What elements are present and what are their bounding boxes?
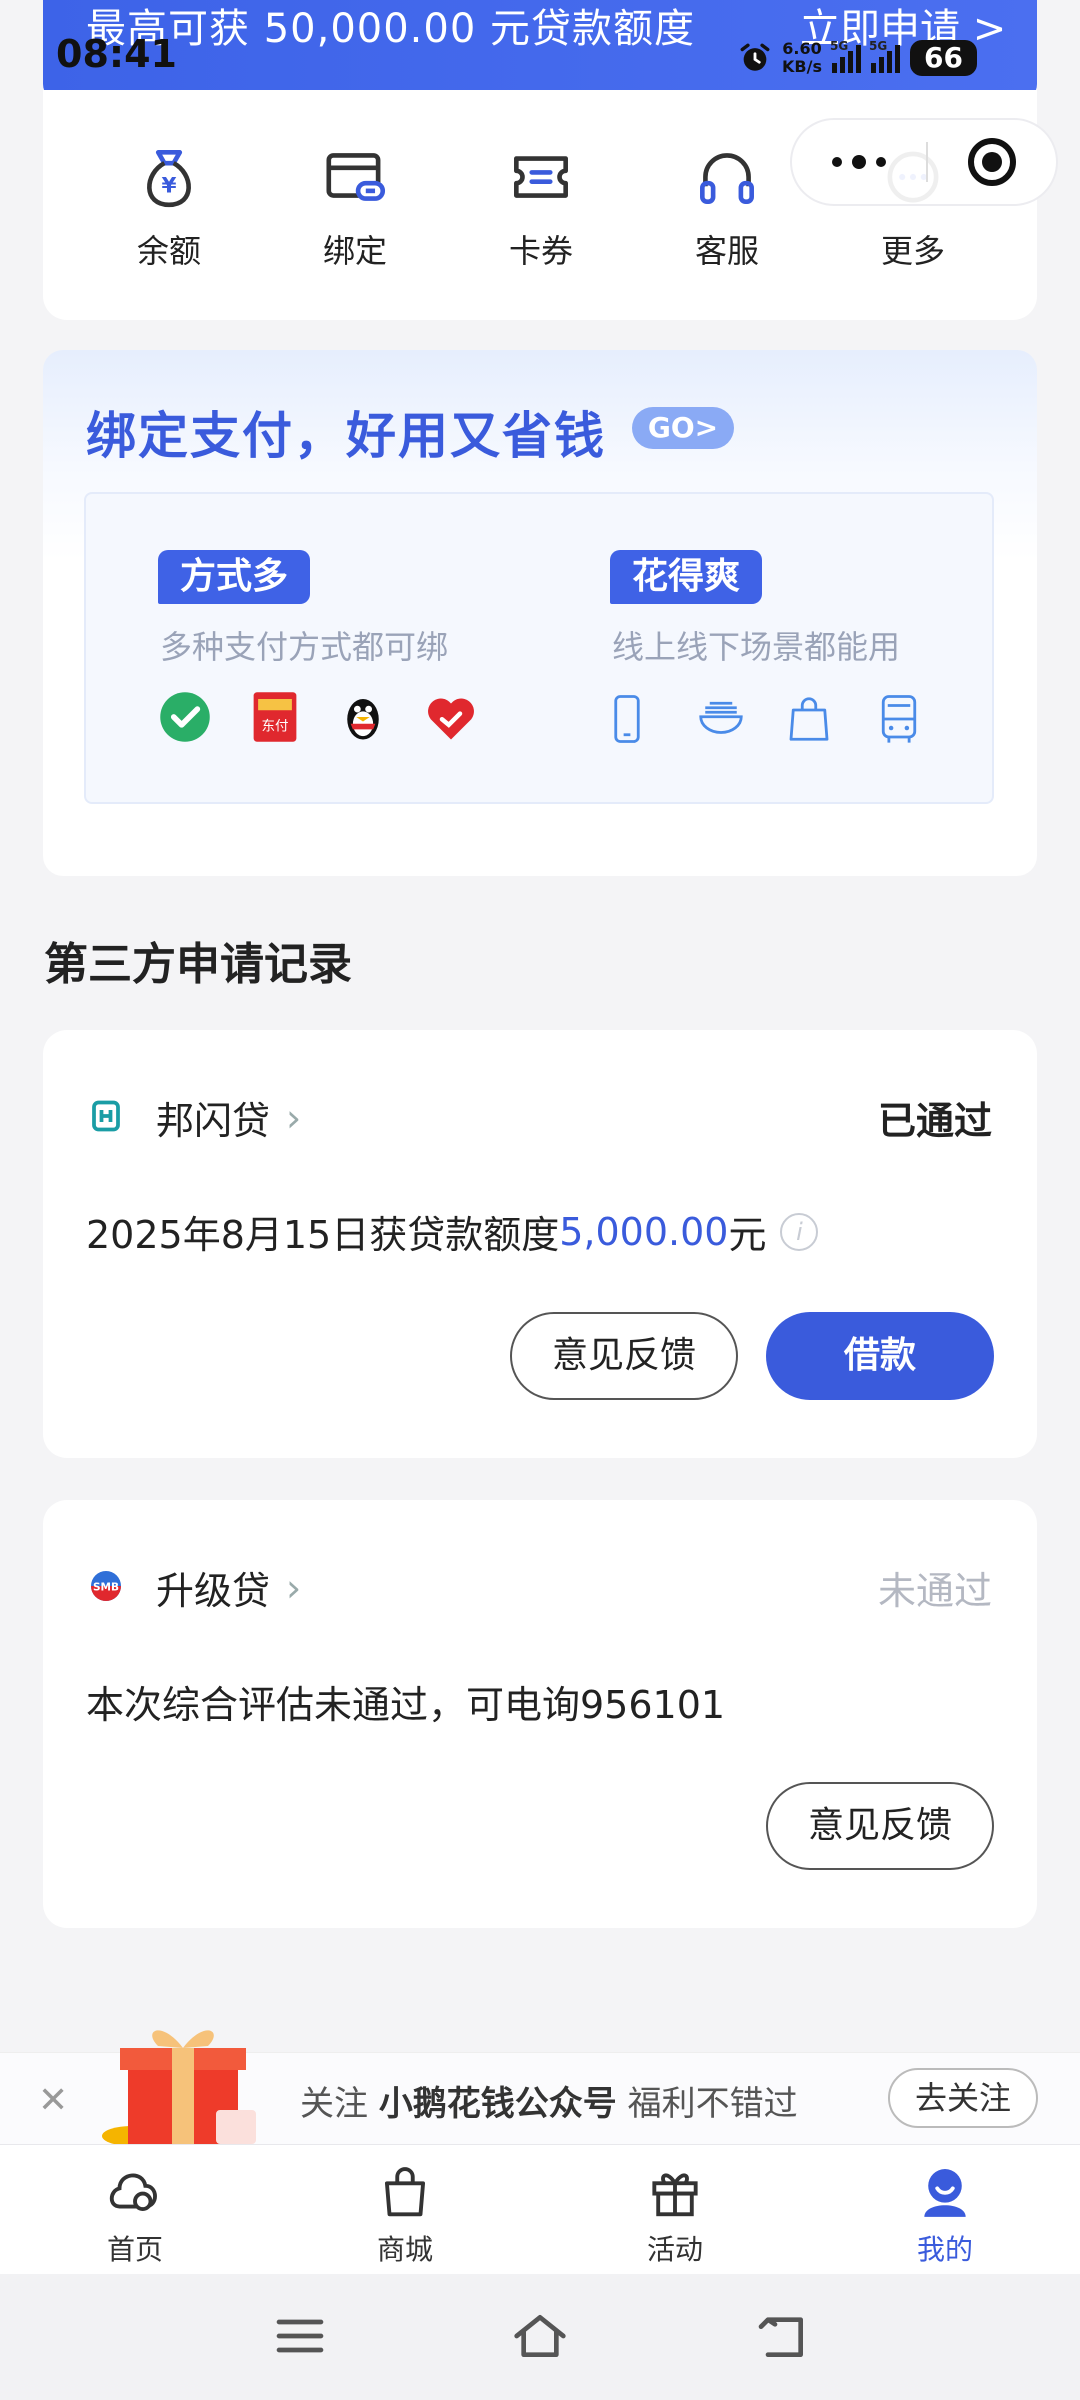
home-nav-icon[interactable] — [510, 2308, 570, 2364]
promo-go-button[interactable]: GO> — [632, 407, 734, 449]
svg-text:东付: 东付 — [262, 719, 289, 735]
record-description: 2025年8月15日获贷款额度 5,000.00 元 i — [86, 1204, 819, 1259]
signal-sim1-icon: 5G — [830, 39, 861, 73]
status-approved: 已通过 — [878, 1099, 993, 1143]
chevron-right-icon: › — [286, 1095, 302, 1140]
record-name: 升级贷 — [156, 1569, 271, 1613]
card-link-icon — [326, 153, 386, 201]
record-title-link[interactable]: 邦闪贷 › — [156, 1090, 301, 1145]
more-options-icon[interactable] — [832, 155, 886, 169]
capsule-divider — [926, 142, 928, 182]
smb-logo-icon: SMB — [91, 1571, 121, 1601]
bus-icon — [881, 695, 917, 743]
tab-shop[interactable]: 商城 — [325, 2160, 485, 2268]
promo-left-subtitle: 多种支付方式都可绑 — [160, 628, 449, 666]
desc-suffix: 元 — [728, 1213, 767, 1257]
signal-sim2-icon: 5G — [869, 39, 900, 73]
tab-activity[interactable]: 活动 — [595, 2160, 755, 2268]
banner-text: 最高可获 50,000.00 元贷款额度 — [86, 6, 696, 52]
svg-text:SMB: SMB — [93, 1582, 119, 1594]
feedback-button[interactable]: 意见反馈 — [766, 1782, 994, 1870]
battery-indicator: 66 — [909, 40, 977, 76]
alarm-icon — [740, 43, 770, 71]
menu-item-bind[interactable]: 绑定 — [275, 140, 435, 272]
promo-title: 绑定支付，好用又省钱 — [86, 407, 606, 465]
profile-icon — [924, 2169, 966, 2217]
status-time: 08:41 — [56, 32, 177, 76]
menu-label: 更多 — [880, 232, 945, 270]
close-icon[interactable]: ✕ — [38, 2080, 68, 2121]
tab-label: 我的 — [916, 2233, 973, 2266]
shop-bag-icon — [384, 2167, 426, 2217]
back-icon[interactable] — [752, 2308, 812, 2364]
chevron-right-icon: › — [286, 1565, 302, 1610]
record-title-link[interactable]: 升级贷 › — [156, 1560, 301, 1615]
status-rejected: 未通过 — [878, 1569, 993, 1613]
wechat-icon — [160, 692, 210, 742]
headset-icon — [700, 153, 754, 204]
dongfu-icon: 东付 — [253, 692, 297, 742]
record-name: 邦闪贷 — [156, 1099, 271, 1143]
borrow-button[interactable]: 借款 — [766, 1312, 994, 1400]
close-miniprogram-icon[interactable] — [968, 138, 1016, 186]
desc-prefix: 2025年8月15日获贷款额度 — [86, 1213, 560, 1257]
shopping-bag-icon — [789, 697, 829, 741]
tag-many-methods: 方式多 — [158, 550, 311, 604]
ticket-icon — [514, 156, 568, 198]
tab-mine[interactable]: 我的 — [865, 2160, 1025, 2268]
miniprogram-capsule — [790, 118, 1058, 206]
gift-icon — [652, 2173, 698, 2217]
menu-item-coupons[interactable]: 卡券 — [461, 140, 621, 272]
tab-label: 商城 — [376, 2233, 433, 2266]
status-icons: 6.60 KB/s 5G 5G 66 — [738, 36, 977, 80]
tag-enjoy-spending: 花得爽 — [610, 550, 763, 604]
record-description: 本次综合评估未通过，可电询956101 — [86, 1683, 726, 1727]
menu-item-service[interactable]: 客服 — [647, 140, 807, 272]
network-speed: 6.60 KB/s — [782, 39, 822, 76]
follow-text: 关注 小鹅花钱公众号 福利不错过 — [300, 2084, 798, 2124]
tab-home[interactable]: 首页 — [55, 2160, 215, 2268]
menu-label: 余额 — [136, 232, 201, 270]
svg-text:¥: ¥ — [161, 173, 176, 198]
menu-item-balance[interactable]: ¥ 余额 — [89, 140, 249, 272]
gift-box-icon — [102, 2030, 256, 2144]
promo-right-subtitle: 线上线下场景都能用 — [612, 628, 901, 666]
money-bag-icon: ¥ — [147, 150, 191, 208]
qq-penguin-icon — [347, 699, 379, 740]
info-icon[interactable]: i — [780, 1212, 819, 1251]
menu-label: 卡券 — [508, 232, 573, 270]
heart-shield-icon — [428, 698, 474, 740]
phone-icon — [614, 695, 640, 743]
home-icon — [109, 2173, 157, 2212]
feedback-button[interactable]: 意见反馈 — [510, 1312, 738, 1400]
menu-label: 客服 — [694, 232, 759, 270]
section-title-records: 第三方申请记录 — [44, 939, 352, 990]
tab-label: 活动 — [646, 2233, 703, 2266]
food-bowl-icon — [699, 701, 743, 734]
follow-button[interactable]: 去关注 — [888, 2068, 1038, 2128]
loan-amount: 5,000.00 — [559, 1209, 729, 1254]
menu-label: 绑定 — [322, 232, 387, 270]
tab-label: 首页 — [106, 2233, 163, 2266]
bangshandai-logo-icon — [92, 1100, 120, 1132]
menu-icon[interactable] — [270, 2308, 330, 2364]
